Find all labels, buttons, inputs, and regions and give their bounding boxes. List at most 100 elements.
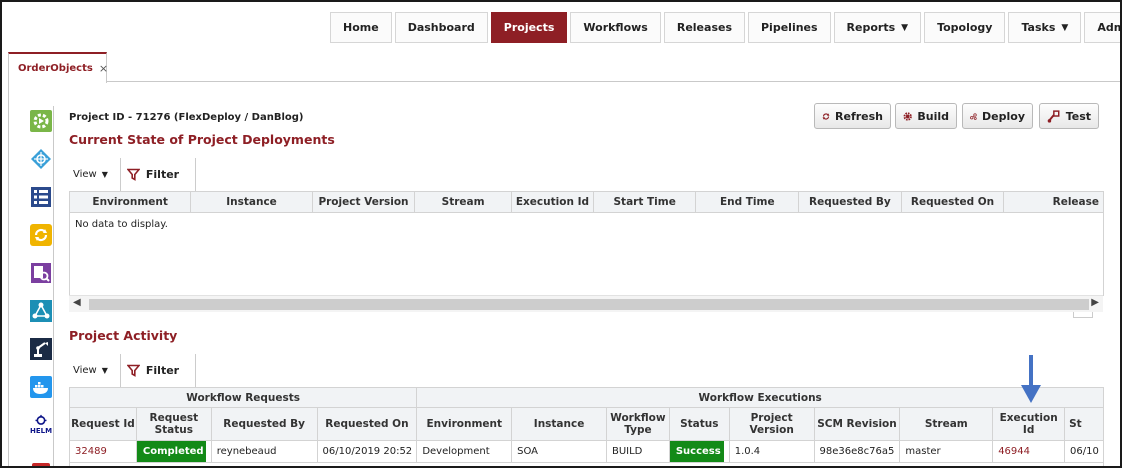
status-cell: Success bbox=[669, 441, 730, 462]
requested-by-cell: reynebeaud bbox=[212, 441, 318, 462]
caret-down-icon: ▼ bbox=[101, 366, 108, 375]
column-header[interactable]: Requested By bbox=[212, 408, 318, 440]
deploy-button[interactable]: Deploy bbox=[962, 103, 1033, 129]
scm-revision-cell: 98e36e8c76a5 bbox=[815, 441, 901, 462]
status-badge: Completed bbox=[136, 441, 206, 462]
nav-workflows[interactable]: Workflows bbox=[570, 12, 661, 43]
test-button[interactable]: Test bbox=[1039, 103, 1099, 129]
test-icon bbox=[1047, 109, 1060, 123]
column-header[interactable]: Stream bbox=[900, 408, 994, 440]
toolbar-divider bbox=[119, 158, 121, 191]
refresh-icon bbox=[822, 112, 830, 120]
nav-label: Projects bbox=[503, 21, 555, 34]
refresh-label: Refresh bbox=[835, 109, 883, 123]
nav-label: Home bbox=[343, 21, 379, 34]
column-header[interactable]: Project Version bbox=[730, 408, 815, 440]
toolbar-divider bbox=[119, 354, 121, 387]
nav-dashboard[interactable]: Dashboard bbox=[394, 12, 488, 43]
start-time-cell: 06/10 bbox=[1070, 446, 1099, 457]
column-header[interactable]: Instance bbox=[191, 192, 313, 212]
checklist-icon[interactable] bbox=[30, 186, 52, 208]
project-version-cell: 1.0.4 bbox=[730, 441, 815, 462]
nav-reports[interactable]: Reports ▼ bbox=[833, 12, 922, 43]
activity-table: Workflow Requests Workflow Executions Re… bbox=[69, 387, 1104, 466]
nav-home[interactable]: Home bbox=[330, 12, 392, 43]
nav-topology[interactable]: Topology bbox=[924, 12, 1006, 43]
project-id-title: Project ID - 71276 (FlexDeploy / DanBlog… bbox=[69, 112, 304, 123]
gear-icon bbox=[903, 111, 912, 121]
column-header[interactable]: Project Version bbox=[313, 192, 416, 212]
robot-arm-icon[interactable] bbox=[30, 338, 52, 360]
status-badge: Success bbox=[669, 441, 724, 462]
view-menu[interactable]: View ▼ bbox=[69, 158, 112, 191]
nav-administration[interactable]: Administration▼ bbox=[1084, 12, 1120, 43]
refresh-button[interactable]: Refresh bbox=[814, 103, 891, 129]
scroll-left-icon[interactable]: ◀ bbox=[73, 297, 81, 308]
app-window: Home Dashboard Projects Workflows Releas… bbox=[0, 0, 1122, 468]
deploy-icon bbox=[970, 112, 977, 120]
request-status-cell: Completed bbox=[136, 441, 212, 462]
network-icon[interactable] bbox=[30, 148, 52, 170]
column-header[interactable]: Request Status bbox=[137, 408, 212, 440]
caret-down-icon: ▼ bbox=[101, 170, 108, 179]
nav-projects[interactable]: Projects bbox=[490, 12, 568, 43]
workflow-gear-icon[interactable] bbox=[30, 110, 52, 132]
report-search-icon[interactable] bbox=[30, 262, 52, 284]
extra-tool-icon[interactable] bbox=[30, 456, 52, 466]
topology-icon[interactable] bbox=[30, 300, 52, 322]
nav-label: Dashboard bbox=[407, 21, 475, 34]
request-id-link[interactable]: 32489 bbox=[70, 441, 137, 462]
view-label: View bbox=[73, 169, 97, 180]
sync-icon[interactable] bbox=[30, 224, 52, 246]
column-header[interactable]: Start Time bbox=[594, 192, 697, 212]
helm-icon[interactable]: HELM bbox=[30, 414, 52, 436]
column-header[interactable]: St bbox=[1065, 408, 1103, 440]
horizontal-scrollbar[interactable]: ◀ ▶ bbox=[69, 295, 1103, 312]
column-header[interactable]: Execution Id bbox=[512, 192, 594, 212]
column-header[interactable]: Environment bbox=[70, 192, 192, 212]
column-header[interactable]: Release bbox=[1004, 192, 1103, 212]
nav-pipelines[interactable]: Pipelines bbox=[748, 12, 831, 43]
instance-cell: SOA bbox=[512, 441, 607, 462]
nav-label: Administration bbox=[1097, 21, 1120, 34]
filter-button[interactable]: Filter bbox=[126, 158, 197, 191]
project-content: HELM Project ID - 71276 (FlexDeploy / Da… bbox=[8, 82, 1120, 466]
environment-cell: Development bbox=[417, 441, 513, 462]
group-header-requests: Workflow Requests bbox=[70, 388, 418, 407]
nav-releases[interactable]: Releases bbox=[663, 12, 745, 43]
column-header[interactable]: Requested By bbox=[799, 192, 902, 212]
execution-id-link[interactable]: 46944 bbox=[993, 441, 1066, 462]
column-header[interactable]: Request Id bbox=[70, 408, 137, 440]
helm-label: HELM bbox=[30, 427, 53, 435]
column-header[interactable]: Stream bbox=[415, 192, 512, 212]
filter-button[interactable]: Filter bbox=[126, 354, 197, 387]
group-header-executions: Workflow Executions bbox=[698, 391, 822, 404]
tab-orderobjects[interactable]: OrderObjects × bbox=[8, 52, 108, 83]
column-header[interactable]: SCM Revision bbox=[815, 408, 901, 440]
filter-label: Filter bbox=[145, 168, 180, 181]
column-header[interactable]: Status bbox=[670, 408, 730, 440]
nav-tasks[interactable]: Tasks ▼ bbox=[1008, 12, 1082, 43]
scroll-thumb[interactable] bbox=[89, 299, 1089, 310]
requested-on-cell: 06/10/2019 20:52 bbox=[318, 441, 418, 462]
scroll-right-icon[interactable]: ▶ bbox=[1091, 297, 1099, 308]
column-header[interactable]: Requested On bbox=[318, 408, 418, 440]
filter-icon bbox=[126, 364, 140, 377]
build-button[interactable]: Build bbox=[895, 103, 957, 129]
nav-label: Workflows bbox=[583, 21, 648, 34]
column-header[interactable]: Execution Id bbox=[993, 408, 1066, 440]
resize-handle[interactable] bbox=[1073, 312, 1093, 318]
nav-label: Reports bbox=[846, 21, 896, 34]
table-row[interactable]: 32489 Completed reynebeaud 06/10/2019 20… bbox=[70, 441, 1103, 463]
close-icon[interactable]: × bbox=[99, 62, 108, 75]
column-header[interactable]: Environment bbox=[417, 408, 513, 440]
column-header[interactable]: End Time bbox=[696, 192, 800, 212]
test-label: Test bbox=[1065, 109, 1091, 123]
column-header[interactable]: Instance bbox=[512, 408, 607, 440]
docker-icon[interactable] bbox=[30, 376, 52, 398]
activity-toolbar: View ▼ Filter bbox=[69, 354, 197, 387]
column-header[interactable]: Requested On bbox=[902, 192, 1005, 212]
view-menu[interactable]: View ▼ bbox=[69, 354, 112, 387]
column-header[interactable]: Workflow Type bbox=[607, 408, 670, 440]
table-header: Environment Instance Project Version Str… bbox=[70, 192, 1103, 213]
